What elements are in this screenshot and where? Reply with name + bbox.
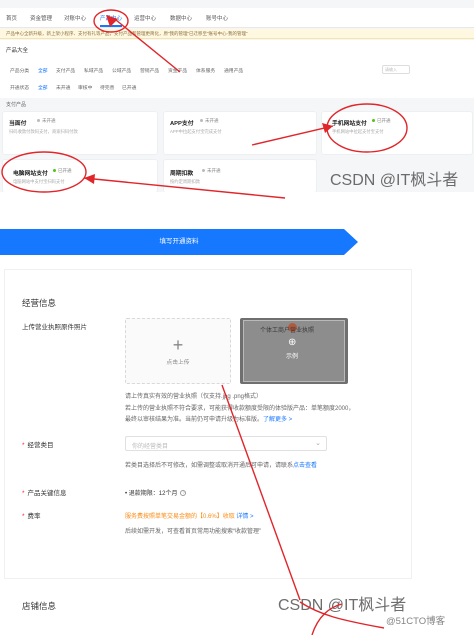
- arrow-line-pc-web-pay: [83, 177, 286, 199]
- circle-mobile-web-pay: [326, 103, 408, 153]
- arrow-line-mobile-web-pay: [251, 125, 334, 146]
- annotation-marks: [1, 9, 408, 635]
- curve-bottom-right: [299, 601, 385, 629]
- arrow-line-license: [221, 384, 301, 601]
- circle-pc-web-pay: [1, 151, 87, 193]
- curve-bottom-left: [311, 603, 343, 635]
- annotation-arrowheads: [84, 15, 333, 184]
- arrow-line-product-center: [115, 19, 181, 73]
- annotation-overlay: [1, 9, 408, 635]
